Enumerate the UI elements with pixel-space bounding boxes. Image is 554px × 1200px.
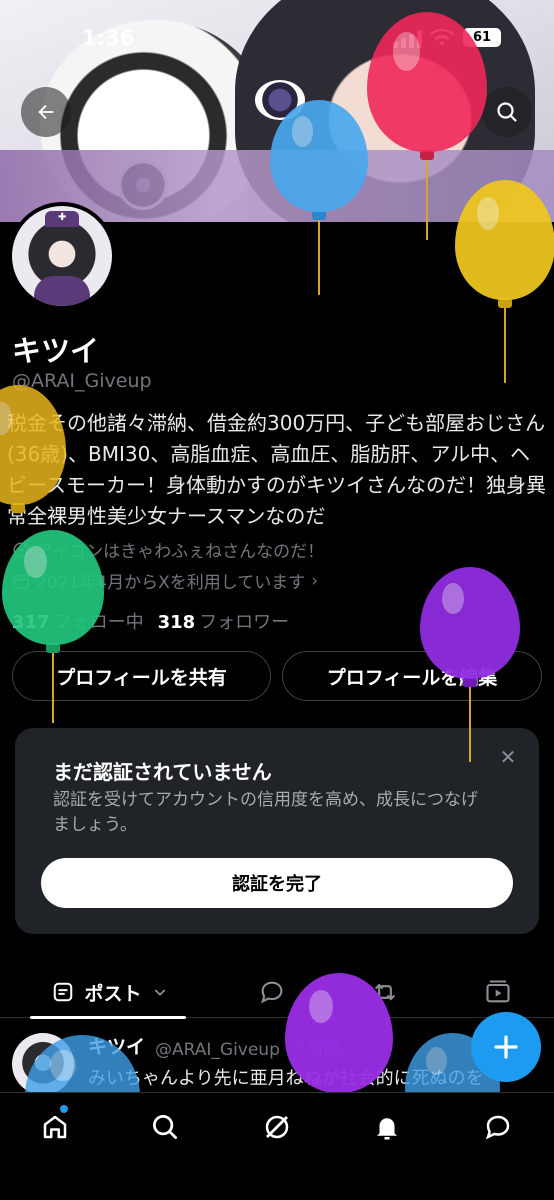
wifi-icon bbox=[430, 28, 454, 52]
reply-icon bbox=[260, 981, 283, 1004]
post-author-name: キツイ bbox=[88, 1036, 146, 1058]
repost-icon bbox=[374, 983, 396, 1001]
following-label: フォロー中 bbox=[53, 612, 144, 633]
search-icon bbox=[153, 1115, 177, 1139]
back-button[interactable] bbox=[21, 87, 71, 137]
grok-icon bbox=[265, 1115, 289, 1139]
profile-joined: 2021年4月からXを利用しています bbox=[36, 573, 306, 593]
compose-button[interactable] bbox=[471, 1012, 541, 1082]
verification-card: まだ認証されていません 認証を受けてアカウントの信用度を高め、成長につなげましょ… bbox=[15, 728, 539, 934]
back-arrow-icon bbox=[38, 104, 54, 120]
calendar-icon bbox=[13, 573, 29, 588]
nav-grok[interactable] bbox=[257, 1107, 297, 1147]
followers-link[interactable]: 318 フォロワー bbox=[158, 608, 290, 634]
profile-tabs: ポスト bbox=[0, 966, 554, 1019]
complete-verification-button[interactable]: 認証を完了 bbox=[41, 858, 513, 908]
followers-count: 318 bbox=[157, 612, 196, 633]
post-item[interactable]: キツイ @ARAI_Giveup · 5時間 みいちゃんより先に亜月ねねが社会的… bbox=[0, 1020, 554, 1095]
chevron-down-icon bbox=[154, 989, 165, 996]
status-time: 1:36 bbox=[82, 26, 135, 50]
following-link[interactable]: 317 フォロー中 bbox=[12, 608, 144, 634]
profile-bio: 税金その他諸々滞納、借金約300万円、子ども部屋おじさん(36歳)、BMI30、… bbox=[7, 411, 546, 528]
home-notification-dot bbox=[60, 1105, 68, 1113]
tab-replies[interactable] bbox=[250, 966, 294, 1018]
post-handle-time: @ARAI_Giveup · 5時間 bbox=[155, 1040, 341, 1060]
home-icon bbox=[43, 1115, 67, 1139]
followers-label: フォロワー bbox=[199, 612, 290, 633]
profile-location: アイコンはきゃわふぇねさんなのだ！ bbox=[36, 542, 325, 562]
media-icon bbox=[486, 980, 510, 1003]
status-bar: 1:36 61 bbox=[0, 0, 554, 70]
nav-notifications[interactable] bbox=[367, 1107, 407, 1147]
search-button[interactable] bbox=[482, 87, 532, 137]
tab-posts-label: ポスト bbox=[84, 982, 142, 1005]
close-icon[interactable]: ✕ bbox=[497, 746, 519, 768]
plus-icon bbox=[494, 1035, 518, 1059]
bell-icon bbox=[377, 1118, 397, 1140]
edit-profile-button[interactable]: プロフィールを編集 bbox=[282, 651, 542, 701]
profile-name: キツイ bbox=[12, 334, 100, 368]
chevron-right-icon: › bbox=[311, 570, 319, 591]
profile-location-row: アイコンはきゃわふぇねさんなのだ！ bbox=[12, 537, 324, 562]
battery-indicator: 61 bbox=[463, 28, 501, 47]
profile-joined-row[interactable]: 2021年4月からXを利用しています › bbox=[12, 568, 318, 593]
nav-search[interactable] bbox=[145, 1107, 185, 1147]
tab-media[interactable] bbox=[476, 966, 520, 1018]
profile-handle: @ARAI_Giveup bbox=[12, 370, 152, 392]
banner-character-eye bbox=[255, 80, 305, 120]
bottom-navigation bbox=[0, 1092, 554, 1200]
messages-icon bbox=[485, 1115, 510, 1140]
location-icon bbox=[13, 542, 29, 557]
follow-stats: 317 フォロー中 318 フォロワー bbox=[12, 608, 289, 634]
avatar-image: ✚ bbox=[12, 206, 112, 306]
post-avatar[interactable] bbox=[12, 1033, 74, 1095]
nav-home[interactable] bbox=[35, 1107, 75, 1147]
avatar-body bbox=[34, 276, 90, 306]
search-icon bbox=[497, 102, 517, 122]
cellular-signal-icon bbox=[393, 30, 423, 48]
active-tab-indicator bbox=[30, 1016, 186, 1019]
avatar[interactable]: ✚ bbox=[8, 202, 116, 310]
posts-icon bbox=[54, 982, 73, 1002]
cross-icon: ✚ bbox=[58, 212, 67, 223]
share-profile-button[interactable]: プロフィールを共有 bbox=[12, 651, 271, 701]
following-count: 317 bbox=[12, 612, 50, 633]
verification-description: 認証を受けてアカウントの信用度を高め、成長につなげましょう。 bbox=[53, 790, 478, 835]
tab-posts[interactable]: ポスト bbox=[30, 966, 190, 1019]
verification-title: まだ認証されていません bbox=[53, 760, 272, 784]
tab-reposts[interactable] bbox=[363, 966, 407, 1018]
post-text: みいちゃんより先に亜月ねねが社会的に死ぬのを bbox=[88, 1068, 484, 1089]
nav-messages[interactable] bbox=[478, 1107, 518, 1147]
